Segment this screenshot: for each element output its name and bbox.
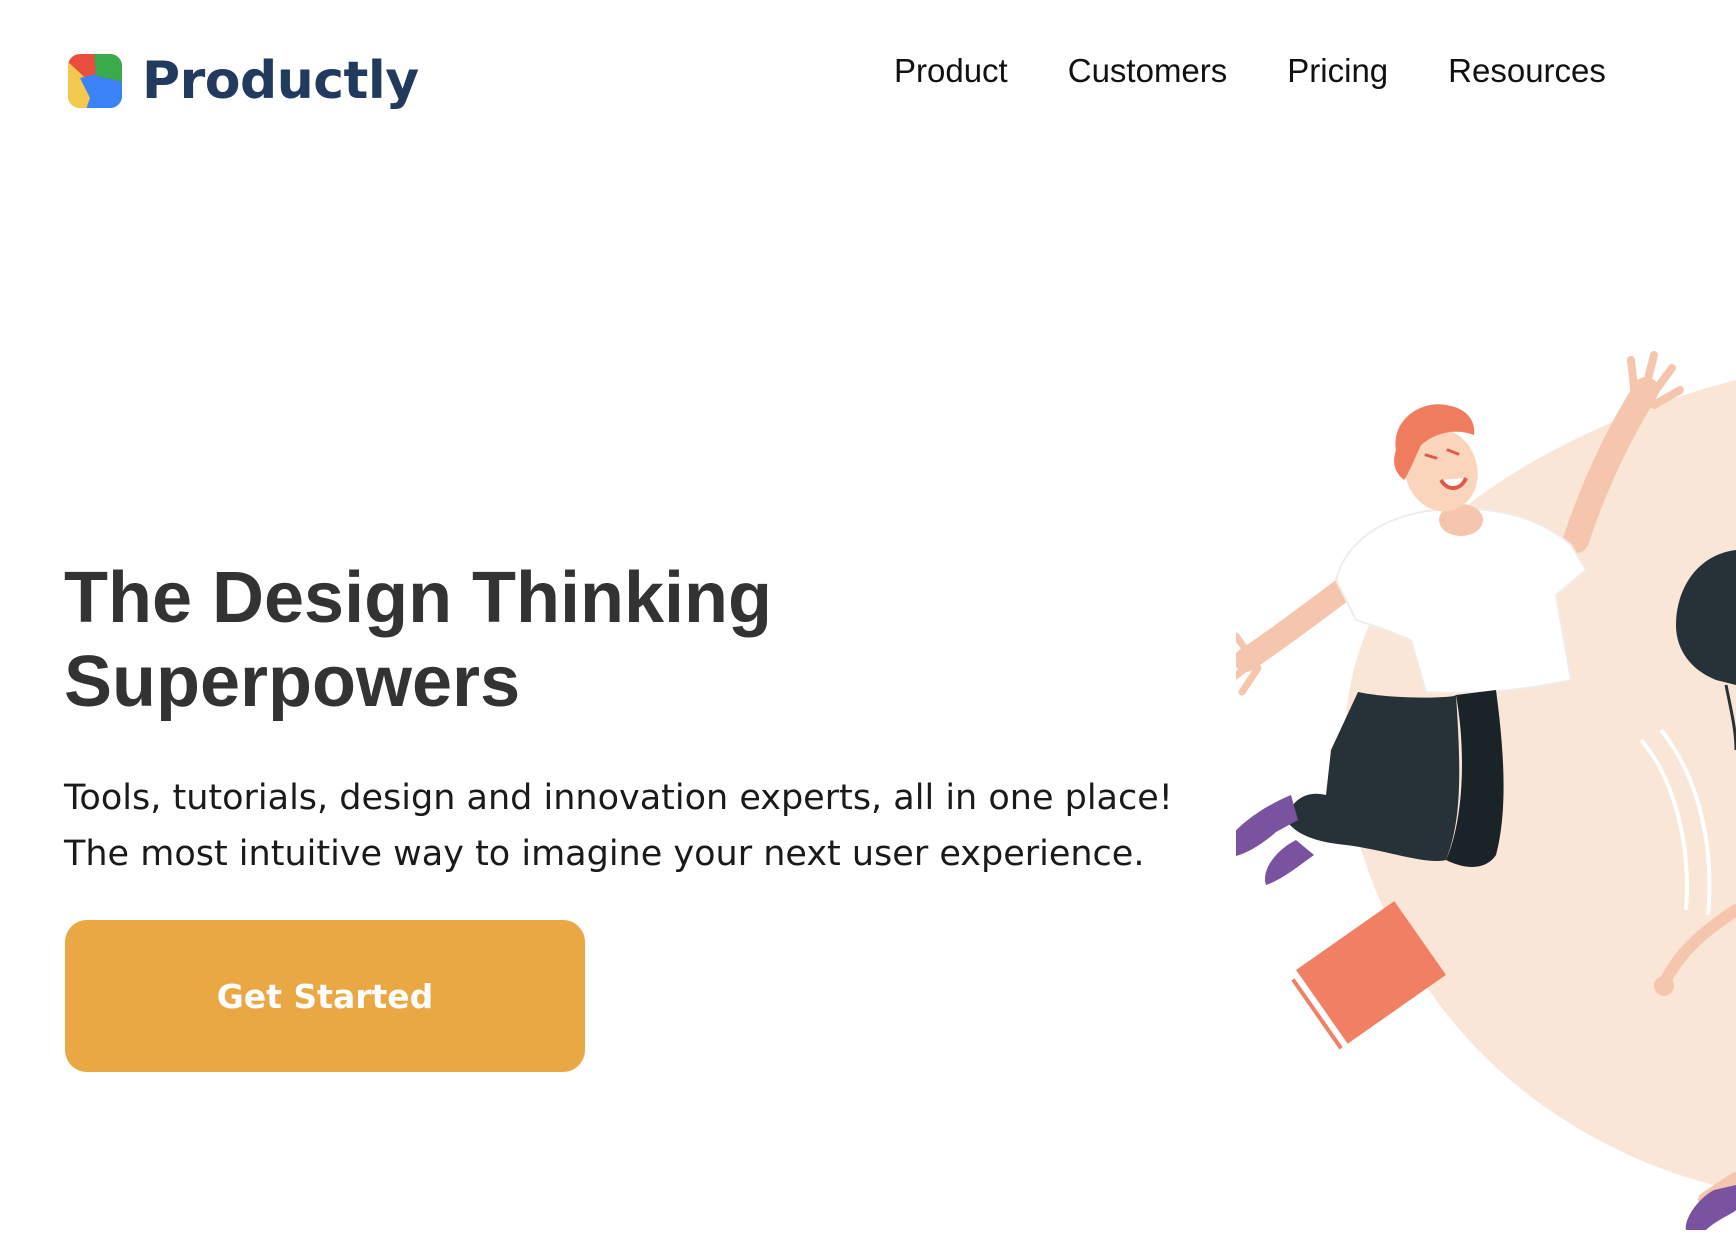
nav-pricing[interactable]: Pricing [1287,50,1388,93]
hero-subtitle-line-1: Tools, tutorials, design and innovation … [64,778,1173,818]
person-pants [1286,692,1460,862]
get-started-button[interactable]: Get Started [65,920,585,1072]
person-left-arm [1236,568,1368,672]
hero-title-line-2: Superpowers [64,642,521,722]
brand-logo[interactable]: Productly [66,52,419,110]
hero-subtitle-line-2: The most intuitive way to imagine your n… [64,834,1145,874]
nav-product[interactable]: Product [894,50,1008,93]
productly-logo-icon [68,54,122,108]
jumping-people-illustration [1236,351,1736,1230]
nav-customers[interactable]: Customers [1068,50,1228,93]
hero-title: The Design Thinking Superpowers [64,556,964,724]
main-nav: Product Customers Pricing Resources [894,50,1606,93]
hero-title-line-1: The Design Thinking [64,558,773,638]
person-shoe [1265,840,1314,885]
hero-subtitle: Tools, tutorials, design and innovation … [64,770,1214,882]
brand-name: Productly [142,51,419,111]
second-person-hand [1654,976,1674,996]
nav-resources[interactable]: Resources [1448,50,1606,93]
